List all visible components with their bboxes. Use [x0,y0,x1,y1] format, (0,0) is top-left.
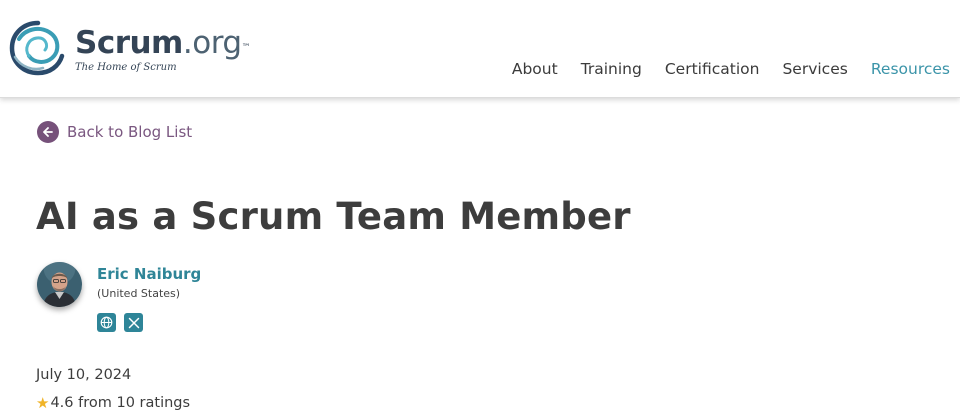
main-nav: About Training Certification Services Re… [512,58,950,80]
author-name-link[interactable]: Eric Naiburg [97,264,201,284]
site-header: Scrum.org™ The Home of Scrum About Train… [0,0,960,98]
logo-trademark: ™ [241,43,251,53]
globe-icon [100,316,113,329]
back-link-label: Back to Blog List [67,123,193,141]
nav-training[interactable]: Training [581,58,642,80]
logo-wordmark: Scrum.org™ [75,25,251,61]
nav-about[interactable]: About [512,58,558,80]
arrow-left-icon [37,121,59,143]
scrum-swirl-logo-icon [9,20,65,76]
nav-certification[interactable]: Certification [665,58,760,80]
author-website-button[interactable] [97,313,116,332]
author-avatar[interactable] [37,262,82,307]
star-icon: ★ [36,394,50,412]
scrum-org-logo[interactable]: Scrum.org™ The Home of Scrum [7,15,251,79]
logo-word-bold: Scrum [75,25,183,61]
rating-text: 4.6 from 10 ratings [50,395,191,411]
article-title: AI as a Scrum Team Member [36,195,631,238]
publish-date: July 10, 2024 [36,367,132,383]
nav-services[interactable]: Services [782,58,847,80]
back-to-blog-link[interactable]: Back to Blog List [37,121,192,143]
article-rating: ★ 4.6 from 10 ratings [36,393,190,413]
author-country: (United States) [97,287,181,300]
author-x-button[interactable] [124,313,143,332]
x-icon [128,317,139,328]
nav-resources[interactable]: Resources [871,58,950,80]
logo-word-light: .org [182,25,242,61]
logo-tagline: The Home of Scrum [75,62,177,73]
